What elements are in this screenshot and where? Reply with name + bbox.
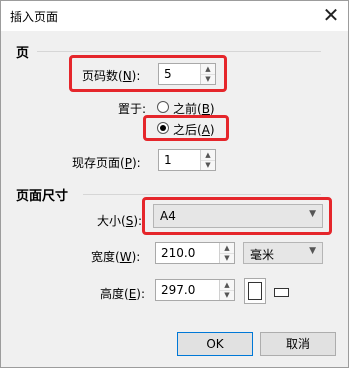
page-section-heading: 页 [16,46,30,61]
highlight-page-count [69,55,227,92]
height-arrows: ▲ ▼ [219,280,234,300]
size-label: 大小(S): [97,214,143,228]
close-icon[interactable]: ✕ [320,4,342,26]
width-label: 宽度(W): [91,250,141,264]
height-value: 297.0 [161,283,196,297]
existing-page-label: 现存页面(P): [72,156,141,170]
page-section-divider [37,51,321,52]
radio-before[interactable] [157,101,169,113]
unit-dropdown[interactable]: 毫米 ▼ [243,242,323,264]
unit-value: 毫米 [250,248,275,262]
existing-page-value: 1 [164,153,172,167]
height-spinner[interactable]: 297.0 ▲ ▼ [155,279,235,301]
width-spinner[interactable]: 210.0 ▲ ▼ [155,242,235,264]
size-section-divider [83,194,321,195]
ok-button[interactable]: OK [177,332,253,356]
position-label: 置于: [118,102,147,116]
existing-page-arrows: ▲ ▼ [200,150,215,170]
spin-down-icon[interactable]: ▼ [201,160,215,170]
landscape-page-icon [274,288,289,297]
spin-down-icon[interactable]: ▼ [220,290,234,300]
highlight-after [143,115,229,141]
existing-page-spinner[interactable]: 1 ▲ ▼ [158,149,216,171]
highlight-size [142,197,332,235]
insert-page-dialog: 插入页面 ✕ 页 页码数(N): 5 ▲ ▼ 置于: 之前(B) 之后(A) 现… [0,0,349,368]
size-section-heading: 页面尺寸 [16,189,69,204]
portrait-orientation-button[interactable] [244,278,266,304]
portrait-page-icon [248,282,262,300]
chevron-down-icon: ▼ [309,246,316,256]
spin-down-icon[interactable]: ▼ [220,253,234,263]
width-value: 210.0 [161,246,196,260]
title-bar: 插入页面 ✕ [1,1,348,31]
height-label: 高度(E): [100,287,146,301]
dialog-title: 插入页面 [10,10,59,24]
landscape-orientation-button[interactable] [271,278,293,304]
cancel-button[interactable]: 取消 [260,332,336,356]
width-arrows: ▲ ▼ [219,243,234,263]
